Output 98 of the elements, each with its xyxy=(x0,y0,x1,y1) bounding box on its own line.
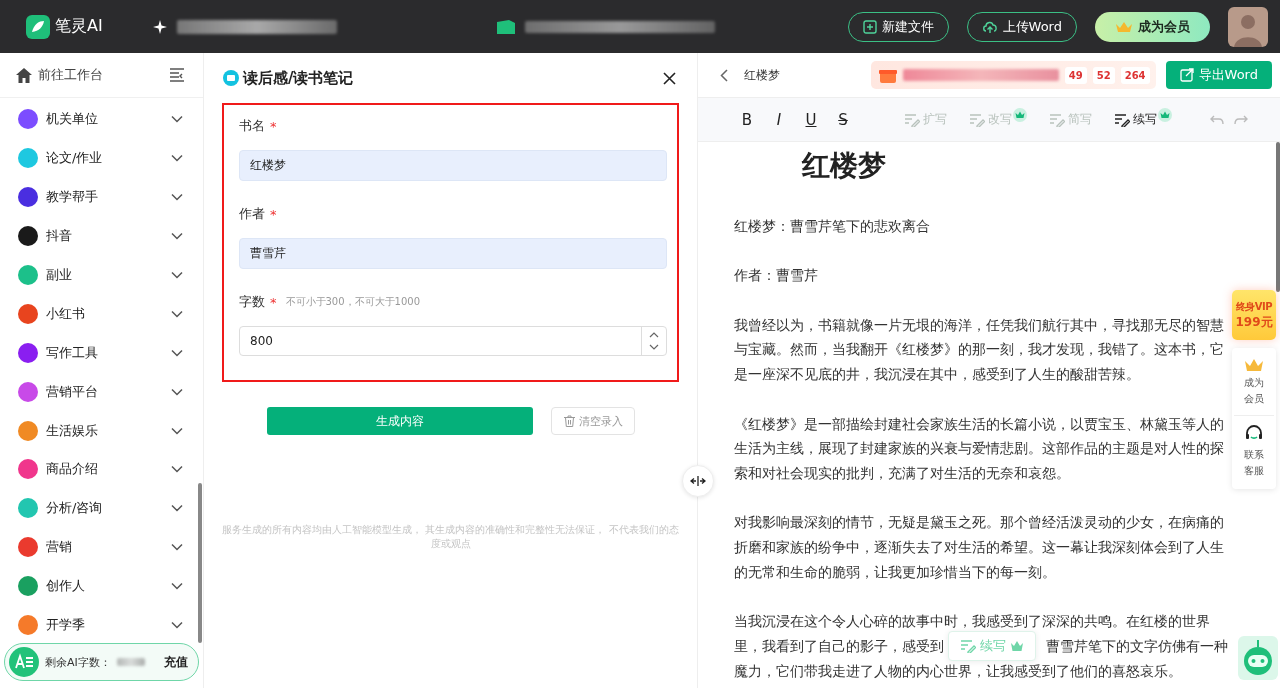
sidebar-item[interactable]: 副业 xyxy=(0,255,203,295)
paragraph: 红楼梦：曹雪芹笔下的悲欢离合 xyxy=(734,217,931,236)
chevron-down-icon[interactable] xyxy=(649,343,659,350)
member-link[interactable]: 成为会员 xyxy=(1243,354,1265,411)
format-button[interactable]: S xyxy=(832,110,854,129)
chevron-down-icon xyxy=(171,309,183,318)
required-mark: * xyxy=(270,206,277,222)
chevron-down-icon xyxy=(171,426,183,435)
input-field[interactable]: 红楼梦 xyxy=(239,150,667,181)
chevron-down-icon xyxy=(171,271,183,279)
field-hint: 不可小于300，不可大于1000 xyxy=(285,295,421,309)
crown-icon xyxy=(1010,640,1024,653)
close-icon[interactable] xyxy=(663,71,676,85)
sidebar-item[interactable]: 营销 xyxy=(0,527,203,567)
countdown-digit: 264 xyxy=(1120,66,1150,84)
sidebar-item[interactable]: 机关单位 xyxy=(0,100,203,139)
required-mark: * xyxy=(270,118,277,134)
format-button[interactable]: I xyxy=(768,110,790,129)
paragraph-line: 里，我看到了自己的影子，感受到 xyxy=(734,636,944,656)
sidebar-item[interactable]: 写作工具 xyxy=(0,333,203,373)
crown-icon xyxy=(1158,107,1172,122)
sidebar-item[interactable]: 抖音 xyxy=(0,216,203,256)
format-button[interactable]: B xyxy=(736,110,758,129)
flag-icon xyxy=(496,19,515,34)
paragraph-line: 魔力，它们带我走进了人物的内心世界，让我感受到了他们的喜怒哀乐。 xyxy=(734,661,1183,681)
document-heading: 红楼梦 xyxy=(802,148,887,184)
book-icon xyxy=(223,70,239,86)
cloud-upload-icon xyxy=(981,19,998,34)
pen-lines-icon xyxy=(960,639,976,654)
resize-handle[interactable] xyxy=(682,465,714,497)
format-button[interactable]: U xyxy=(800,110,822,129)
sidebar-item[interactable]: 生活娱乐 xyxy=(0,411,203,450)
chevron-down-icon xyxy=(171,115,183,124)
chevron-down-icon xyxy=(171,543,183,552)
countdown-digit: 49 xyxy=(1064,66,1087,84)
logo-text: 笔灵AI xyxy=(55,16,103,37)
paragraph-line: 当我沉浸在这个令人心碎的故事中时，我感受到了深深的共鸣。在红楼的世界 xyxy=(734,612,1211,632)
sidebar-item[interactable]: 论文/作业 xyxy=(0,138,203,178)
chevron-down-icon xyxy=(171,193,183,202)
crown-icon xyxy=(1244,358,1264,372)
chevron-down-icon xyxy=(171,232,183,241)
chevron-down-icon xyxy=(171,348,183,357)
countdown-digit: 52 xyxy=(1092,66,1115,84)
home-icon xyxy=(16,67,32,83)
promo-banner[interactable]: 49 52 264 xyxy=(870,61,1156,89)
field-label: 作者 xyxy=(239,205,265,223)
sidebar-item[interactable]: 分析/咨询 xyxy=(0,488,203,528)
required-mark: * xyxy=(270,294,277,310)
add-file-icon xyxy=(862,19,877,34)
field-label: 字数 xyxy=(239,293,265,311)
pen-lines-icon xyxy=(969,112,985,127)
avatar[interactable] xyxy=(1228,6,1268,47)
pen-lines-icon xyxy=(1049,112,1065,127)
paragraph: 对我影响最深刻的情节，无疑是黛玉之死。那个曾经活泼灵动的少女，在病痛的折磨和家族的纷争中，逐渐失去了对生活的希望。这一幕让我深刻体会到了人生的无常和生命的脆弱，让我更加珍惜当下的每一刻。 xyxy=(734,513,1225,582)
workbench-link[interactable]: 前往工作台 xyxy=(16,66,103,84)
chevron-down-icon xyxy=(171,154,183,163)
sidebar-item[interactable]: 营销平台 xyxy=(0,372,203,412)
scrollbar[interactable] xyxy=(1276,142,1280,292)
crown-icon xyxy=(1013,107,1027,122)
pen-lines-icon xyxy=(1114,112,1130,127)
back-icon[interactable] xyxy=(720,68,728,82)
ai-tool-button[interactable]: 续写 xyxy=(1108,111,1178,128)
export-icon xyxy=(1179,68,1194,82)
paragraph: 作者：曹雪芹 xyxy=(734,266,819,286)
chevron-down-icon xyxy=(171,387,183,396)
menu-icon[interactable] xyxy=(169,68,185,82)
redacted-text xyxy=(116,658,145,666)
crown-icon xyxy=(1115,20,1133,33)
sidebar-item[interactable]: 小红书 xyxy=(0,294,203,334)
quota-label: 剩余AI字数： xyxy=(45,654,111,670)
chevron-down-icon xyxy=(171,504,183,513)
paragraph-line: 曹雪芹笔下的文字仿佛有一种 xyxy=(1046,636,1228,656)
chevron-up-icon[interactable] xyxy=(649,332,659,339)
paragraph: 《红楼梦》是一部描绘封建社会家族生活的长篇小说，以贾宝玉、林黛玉等人的生活为主线，展现了封建家族的兴衰与爱情悲剧。这部作品的主题是对人性的探索和对社会现实的批判，充满了对生活的无奈和哀怨。 xyxy=(734,414,1225,483)
field-label: 书名 xyxy=(239,117,265,135)
logo-icon xyxy=(26,14,50,39)
resize-icon xyxy=(690,476,706,486)
chevron-down-icon xyxy=(171,582,183,591)
gift-icon xyxy=(878,67,897,83)
sidebar-item[interactable]: 开学季 xyxy=(0,605,203,645)
quota-icon xyxy=(9,647,39,677)
input-field[interactable]: 曹雪芹 xyxy=(239,238,667,269)
sidebar-item[interactable]: 教学帮手 xyxy=(0,177,203,217)
trash-icon xyxy=(563,415,575,427)
number-field[interactable]: 800 xyxy=(239,326,667,356)
document-title: 红楼梦 xyxy=(744,66,780,84)
support-link[interactable]: 联系客服 xyxy=(1243,420,1265,483)
pen-lines-icon xyxy=(904,112,920,127)
recharge-link[interactable]: 充值 xyxy=(164,653,188,671)
sparkle-icon xyxy=(152,19,167,34)
sidebar-item[interactable]: 创作人 xyxy=(0,566,203,606)
paragraph: 我曾经以为，书籍就像一片无垠的海洋，任凭我们航行其中，寻找那无尽的智慧与宝藏。然而，当我翻开《红楼梦》的那一刻，我才发现，我错了。这本书，它是一座深不见底的井，我沉浸在其中，感受到了人生的酸甜苦辣。 xyxy=(734,315,1225,385)
chevron-down-icon xyxy=(171,621,183,629)
sidebar-item[interactable]: 商品介绍 xyxy=(0,450,203,489)
chevron-down-icon xyxy=(171,465,183,474)
top-button[interactable]: 成为会员 xyxy=(1095,11,1210,42)
form-title: 读后感/读书笔记 xyxy=(243,68,354,88)
scrollbar[interactable] xyxy=(198,483,202,643)
